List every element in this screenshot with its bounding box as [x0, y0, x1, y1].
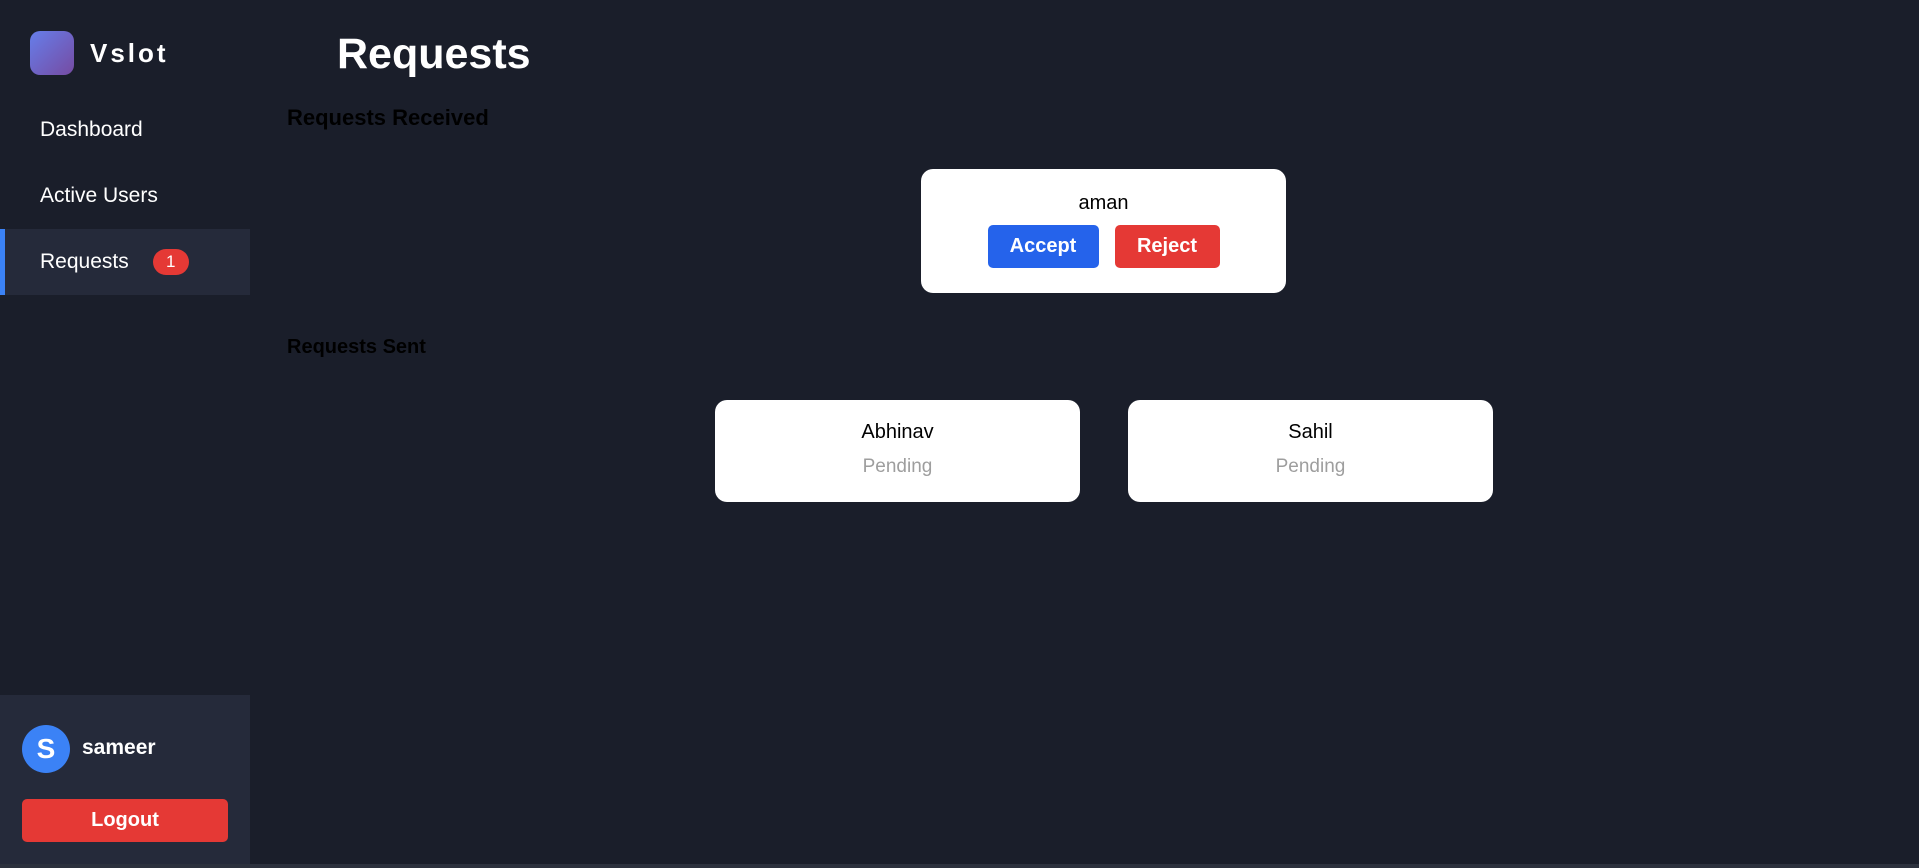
page-title: Requests	[337, 30, 531, 78]
recipient-name: Abhinav	[861, 421, 934, 443]
sidebar-item-active-users[interactable]: Active Users	[0, 163, 250, 229]
sidebar-item-label: Requests	[40, 250, 129, 273]
accept-button[interactable]: Accept	[987, 225, 1099, 268]
requests-count-badge: 1	[152, 249, 189, 275]
reject-button[interactable]: Reject	[1114, 225, 1220, 268]
brand[interactable]: Vslot	[30, 31, 169, 75]
sidebar-item-label: Active Users	[40, 184, 158, 207]
window-bottom-border	[0, 864, 1919, 868]
sidebar-nav: Dashboard Active Users Requests 1	[0, 97, 250, 295]
logout-button[interactable]: Logout	[22, 799, 228, 842]
username: sameer	[82, 736, 156, 759]
request-actions: Accept Reject	[921, 225, 1286, 268]
requester-name: aman	[1078, 192, 1129, 214]
app-root: Vslot Dashboard Active Users Requests 1 …	[0, 0, 1919, 868]
request-status: Pending	[862, 456, 933, 477]
avatar: S	[22, 725, 70, 773]
brand-logo-icon	[30, 31, 74, 75]
sent-request-card: Sahil Pending	[1128, 400, 1493, 502]
sidebar-item-requests[interactable]: Requests 1	[0, 229, 250, 295]
brand-name: Vslot	[90, 37, 169, 68]
sidebar: Vslot Dashboard Active Users Requests 1 …	[0, 0, 250, 864]
sidebar-item-label: Dashboard	[40, 118, 143, 141]
sent-request-card: Abhinav Pending	[715, 400, 1080, 502]
requests-sent-heading: Requests Sent	[287, 336, 426, 358]
user-panel: S sameer Logout	[0, 695, 250, 864]
requests-received-heading: Requests Received	[287, 105, 489, 130]
sidebar-item-dashboard[interactable]: Dashboard	[0, 97, 250, 163]
received-request-card: aman Accept Reject	[921, 169, 1286, 293]
request-status: Pending	[1275, 456, 1346, 477]
recipient-name: Sahil	[1288, 421, 1333, 443]
